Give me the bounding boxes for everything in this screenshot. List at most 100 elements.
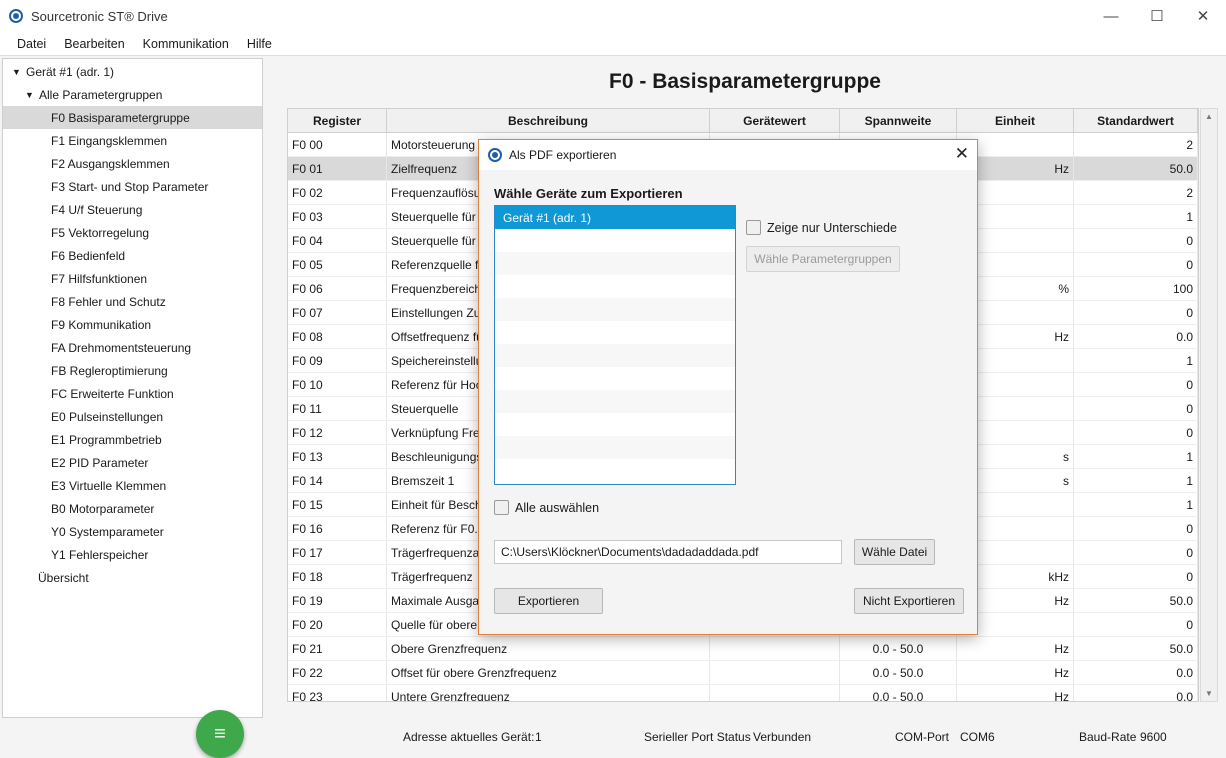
table-cell: F0 12: [288, 421, 387, 444]
table-cell: F0 10: [288, 373, 387, 396]
tree-item[interactable]: F7 Hilfsfunktionen: [3, 267, 262, 290]
tree-item[interactable]: F5 Vektorregelung: [3, 221, 262, 244]
tree-item[interactable]: F1 Eingangsklemmen: [3, 129, 262, 152]
empty-list-row: [495, 459, 735, 482]
table-row[interactable]: F0 21 Obere Grenzfrequenz 0.0 - 50.0 Hz 50.0: [288, 637, 1198, 661]
table-cell: F0 23: [288, 685, 387, 701]
table-cell: 0: [1074, 541, 1198, 564]
tree-item[interactable]: F3 Start- und Stop Parameter: [3, 175, 262, 198]
table-cell[interactable]: [710, 661, 840, 684]
tree-group-label: Alle Parametergruppen: [39, 87, 163, 102]
tree-group-node[interactable]: ▼ Alle Parametergruppen: [3, 83, 262, 106]
table-cell: F0 00: [288, 133, 387, 156]
tree-item[interactable]: E1 Programmbetrieb: [3, 428, 262, 451]
app-logo-icon: [9, 9, 23, 23]
column-header-einheit[interactable]: Einheit: [957, 109, 1074, 132]
table-cell: 1: [1074, 445, 1198, 468]
table-cell: F0 21: [288, 637, 387, 660]
dialog-title-bar: Als PDF exportieren ✕: [479, 140, 977, 170]
column-header-register[interactable]: Register: [288, 109, 387, 132]
column-header-beschreibung[interactable]: Beschreibung: [387, 109, 710, 132]
page-title: F0 - Basisparametergruppe: [609, 70, 881, 93]
status-com-label: COM-Port: [895, 730, 949, 744]
tree-item[interactable]: E3 Virtuelle Klemmen: [3, 474, 262, 497]
empty-list-row: [495, 344, 735, 367]
tree-item[interactable]: FC Erweiterte Funktion: [3, 382, 262, 405]
table-cell: 0.0: [1074, 325, 1198, 348]
table-cell: F0 17: [288, 541, 387, 564]
table-cell[interactable]: [710, 637, 840, 660]
device-list-item[interactable]: Gerät #1 (adr. 1): [495, 206, 735, 229]
tree-item[interactable]: Y0 Systemparameter: [3, 520, 262, 543]
tree-item[interactable]: F2 Ausgangsklemmen: [3, 152, 262, 175]
tree-item[interactable]: FA Drehmomentsteuerung: [3, 336, 262, 359]
scroll-up-icon[interactable]: ▲: [1205, 112, 1213, 121]
expanded-triangle-icon: ▼: [12, 66, 21, 77]
table-cell: 50.0: [1074, 589, 1198, 612]
table-cell: 100: [1074, 277, 1198, 300]
window-title: Sourcetronic ST® Drive: [31, 8, 168, 24]
column-header-spannweite[interactable]: Spannweite: [840, 109, 957, 132]
maximize-button[interactable]: ☐: [1134, 0, 1180, 32]
table-cell: F0 19: [288, 589, 387, 612]
tree-device-label: Gerät #1 (adr. 1): [26, 64, 115, 79]
status-baud-value: 9600: [1140, 730, 1167, 744]
choose-file-button[interactable]: Wähle Datei: [854, 539, 935, 565]
table-cell: 1: [1074, 469, 1198, 492]
table-cell: Hz: [957, 637, 1074, 660]
table-cell: 0: [1074, 517, 1198, 540]
table-cell: Untere Grenzfrequenz: [387, 685, 710, 701]
tree-item[interactable]: F6 Bedienfeld: [3, 244, 262, 267]
choose-groups-button[interactable]: Wähle Parametergruppen: [746, 246, 900, 272]
empty-list-row: [495, 413, 735, 436]
table-cell: F0 11: [288, 397, 387, 420]
tree-item[interactable]: F9 Kommunikation: [3, 313, 262, 336]
tree-item[interactable]: B0 Motorparameter: [3, 497, 262, 520]
minimize-button[interactable]: —: [1088, 0, 1134, 32]
title-bar: Sourcetronic ST® Drive — ☐ ✕: [0, 0, 1226, 32]
only-differences-checkbox[interactable]: Zeige nur Unterschiede: [746, 220, 897, 235]
table-cell: Obere Grenzfrequenz: [387, 637, 710, 660]
tree-item[interactable]: F0 Basisparametergruppe: [3, 106, 262, 129]
tree-item[interactable]: E2 PID Parameter: [3, 451, 262, 474]
table-cell: F0 02: [288, 181, 387, 204]
tree-item[interactable]: F4 U/f Steuerung: [3, 198, 262, 221]
table-cell: Offset für obere Grenzfrequenz: [387, 661, 710, 684]
table-row[interactable]: F0 23 Untere Grenzfrequenz 0.0 - 50.0 Hz 0.0: [288, 685, 1198, 701]
table-cell: 0.0 - 50.0: [840, 637, 957, 660]
tree-item[interactable]: Y1 Fehlerspeicher: [3, 543, 262, 566]
table-cell: F0 16: [288, 517, 387, 540]
export-button[interactable]: Exportieren: [494, 588, 603, 614]
table-cell: F0 22: [288, 661, 387, 684]
cancel-export-button[interactable]: Nicht Exportieren: [854, 588, 964, 614]
table-cell[interactable]: [710, 685, 840, 701]
menu-bearbeiten[interactable]: Bearbeiten: [55, 37, 133, 51]
parameter-tree: ▼ Gerät #1 (adr. 1) ▼ Alle Parametergrup…: [2, 58, 263, 758]
column-header-standardwert[interactable]: Standardwert: [1074, 109, 1198, 132]
file-path-input[interactable]: C:\Users\Klöckner\Documents\dadadaddada.…: [494, 540, 842, 564]
menu-datei[interactable]: Datei: [8, 37, 55, 51]
table-scrollbar[interactable]: ▲ ▼: [1200, 108, 1218, 702]
table-row[interactable]: F0 22 Offset für obere Grenzfrequenz 0.0 -…: [288, 661, 1198, 685]
checkbox-box[interactable]: [746, 220, 761, 235]
dialog-title: Als PDF exportieren: [509, 148, 617, 162]
table-cell: 1: [1074, 205, 1198, 228]
tree-item[interactable]: FB Regleroptimierung: [3, 359, 262, 382]
dialog-close-icon[interactable]: ✕: [955, 144, 969, 164]
checkbox-box[interactable]: [494, 500, 509, 515]
select-all-checkbox[interactable]: Alle auswählen: [494, 500, 599, 515]
only-differences-label: Zeige nur Unterschiede: [767, 220, 897, 235]
tree-item[interactable]: F8 Fehler und Schutz: [3, 290, 262, 313]
menu-kommunikation[interactable]: Kommunikation: [134, 37, 238, 51]
menu-hilfe[interactable]: Hilfe: [238, 37, 281, 51]
table-cell: 0: [1074, 397, 1198, 420]
device-list[interactable]: Gerät #1 (adr. 1): [494, 205, 736, 485]
close-window-button[interactable]: ✕: [1180, 0, 1226, 32]
tree-item[interactable]: E0 Pulseinstellungen: [3, 405, 262, 428]
table-cell: 0: [1074, 421, 1198, 444]
column-header-geraetewert[interactable]: Gerätewert: [710, 109, 840, 132]
tree-item-overview[interactable]: Übersicht: [3, 566, 262, 589]
empty-list-row: [495, 275, 735, 298]
tree-device-node[interactable]: ▼ Gerät #1 (adr. 1): [3, 60, 262, 83]
scroll-down-icon[interactable]: ▼: [1205, 689, 1213, 698]
